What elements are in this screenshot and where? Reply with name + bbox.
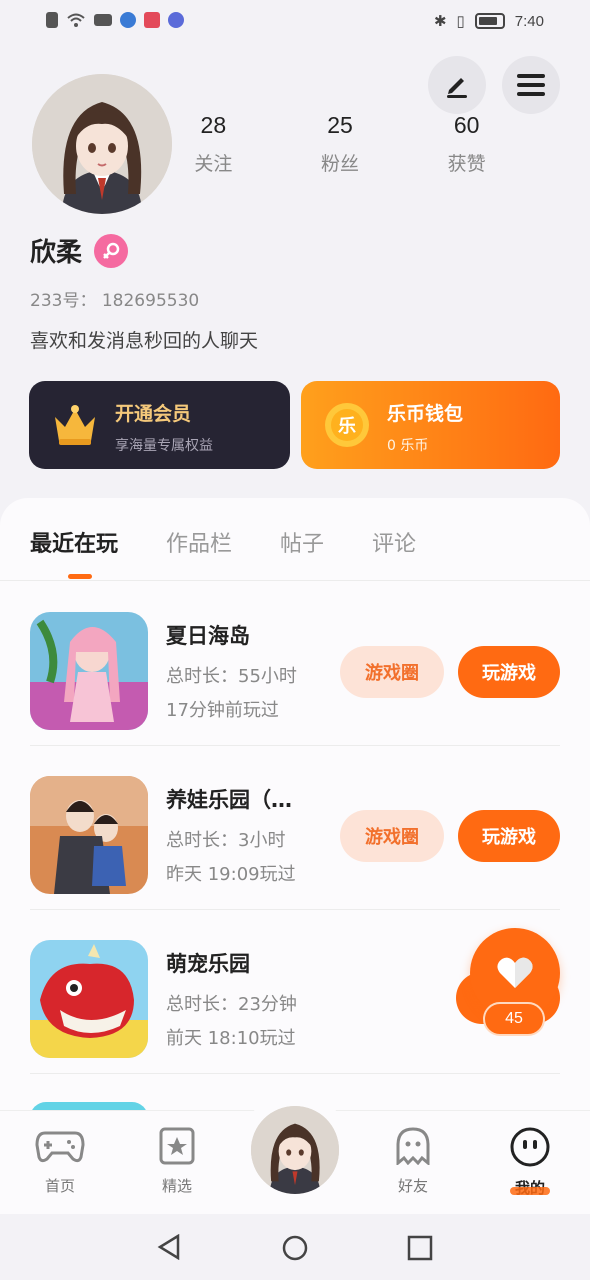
bio: 喜欢和发消息秒回的人聊天	[30, 330, 259, 352]
game-thumbnail[interactable]	[30, 612, 148, 730]
home-icon[interactable]	[281, 1234, 309, 1262]
stat-likes[interactable]: 60 获赞	[403, 112, 530, 176]
stat-label: 获赞	[447, 153, 486, 175]
nav-friends[interactable]: 好友	[373, 1127, 453, 1196]
battery-icon	[474, 13, 505, 29]
list-item[interactable]: 夏日海岛 总时长：55小时 17分钟前玩过 游戏圈 玩游戏	[30, 582, 560, 746]
status-icons-right: ✱ ▯ 7:40	[433, 12, 544, 31]
active-indicator	[510, 1187, 550, 1195]
tab-bar: 最近在玩 作品栏 帖子 评论	[30, 526, 416, 558]
avatar-image	[251, 1106, 339, 1194]
nav-home[interactable]: 首页	[20, 1127, 100, 1196]
name-row: 欣柔	[30, 232, 129, 269]
tab-works[interactable]: 作品栏	[166, 526, 232, 558]
stat-following[interactable]: 28 关注	[150, 112, 277, 176]
game-thumbnail[interactable]	[30, 776, 148, 894]
profile-stats: 28 关注 25 粉丝 60 获赞	[150, 112, 530, 176]
tab-posts[interactable]: 帖子	[280, 526, 324, 558]
app-icon	[120, 12, 136, 28]
video-icon	[94, 14, 112, 26]
nav-featured[interactable]: 精选	[137, 1127, 217, 1196]
back-icon[interactable]	[156, 1234, 182, 1260]
play-duration: 总时长：3小时	[166, 830, 286, 851]
play-game-button[interactable]: 玩游戏	[458, 646, 560, 698]
play-game-button[interactable]: 玩游戏	[458, 810, 560, 862]
edit-profile-button[interactable]	[428, 56, 486, 114]
heart-icon	[497, 957, 533, 988]
nav-label: 首页	[44, 1177, 75, 1195]
music-icon	[168, 12, 184, 28]
user-id: 233号： 182695530	[30, 286, 199, 311]
game-title: 夏日海岛	[166, 624, 250, 648]
vip-subtitle: 享海量专属权益	[115, 438, 213, 454]
female-icon	[94, 233, 129, 268]
notification-icon	[46, 12, 58, 28]
stat-value: 25	[327, 112, 353, 138]
uid-value: 182695530	[101, 291, 200, 311]
crown-icon	[55, 405, 95, 445]
play-duration: 总时长：23分钟	[166, 994, 297, 1015]
tab-recent[interactable]: 最近在玩	[30, 526, 118, 558]
vibrate-icon: ▯	[456, 13, 465, 30]
bluetooth-icon: ✱	[433, 13, 447, 30]
game-title: 萌宠乐园	[166, 952, 250, 976]
stat-label: 关注	[194, 153, 233, 175]
nav-mine[interactable]: 我的	[490, 1127, 570, 1198]
nav-label: 好友	[397, 1177, 428, 1195]
stat-value: 60	[453, 112, 480, 138]
coin-balance: 0 乐币	[387, 438, 429, 454]
stat-value: 28	[200, 112, 227, 138]
like-count: 45	[483, 1002, 545, 1036]
ghost-icon	[396, 1127, 430, 1167]
status-bar: ✱ ▯ 7:40	[0, 0, 590, 44]
vip-title: 开通会员	[115, 403, 192, 425]
recents-icon[interactable]	[407, 1235, 433, 1261]
uid-label: 233号：	[30, 291, 97, 311]
divider	[0, 580, 590, 581]
nav-center-avatar[interactable]	[251, 1106, 339, 1194]
coin-title: 乐币钱包	[387, 403, 464, 425]
vip-card[interactable]: 开通会员 享海量专属权益	[29, 381, 290, 469]
username: 欣柔	[30, 238, 83, 268]
menu-icon	[517, 74, 545, 96]
stat-followers[interactable]: 25 粉丝	[277, 112, 404, 176]
smile-face-icon	[510, 1127, 550, 1167]
coin-icon: 乐	[325, 403, 369, 447]
game-circle-button[interactable]: 游戏圈	[340, 810, 444, 862]
status-icons-left	[46, 12, 184, 28]
menu-button[interactable]	[502, 56, 560, 114]
coin-icon-text: 乐	[338, 416, 356, 437]
game-circle-button[interactable]: 游戏圈	[340, 646, 444, 698]
divider	[30, 1073, 560, 1074]
app-icon	[144, 12, 160, 28]
play-duration: 总时长：55小时	[166, 666, 297, 687]
clock: 7:40	[514, 12, 544, 30]
star-icon	[159, 1127, 195, 1165]
gamepad-icon	[35, 1131, 85, 1163]
nav-label: 精选	[161, 1177, 192, 1195]
system-nav-bar	[0, 1214, 590, 1280]
game-thumbnail[interactable]	[30, 940, 148, 1058]
edit-icon	[447, 78, 467, 98]
last-played: 前天 18:10玩过	[166, 1028, 296, 1049]
game-title: 养娃乐园（…	[166, 788, 292, 812]
tab-indicator	[68, 574, 92, 579]
coin-wallet-card[interactable]: 乐 乐币钱包 0 乐币	[301, 381, 560, 469]
wifi-icon	[67, 13, 85, 27]
stat-label: 粉丝	[321, 153, 360, 175]
last-played: 17分钟前玩过	[166, 700, 279, 721]
list-item[interactable]: 养娃乐园（… 总时长：3小时 昨天 19:09玩过 游戏圈 玩游戏	[30, 746, 560, 910]
last-played: 昨天 19:09玩过	[166, 864, 296, 885]
tab-comments[interactable]: 评论	[372, 526, 416, 558]
